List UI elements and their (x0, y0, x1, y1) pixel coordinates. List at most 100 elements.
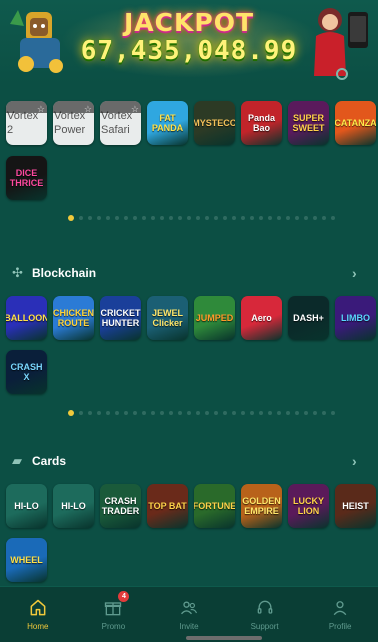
game-tile-chicken-route[interactable]: CHICKEN ROUTE (53, 296, 94, 340)
pager-dot[interactable] (313, 411, 317, 415)
game-tile-dice-thrice[interactable]: DICE THRICE (6, 156, 47, 200)
game-tile-balloon[interactable]: BALLOON (6, 296, 47, 340)
pager-dot[interactable] (259, 411, 263, 415)
pager-dot[interactable] (214, 216, 218, 220)
pager-dot[interactable] (178, 411, 182, 415)
top-games-pager[interactable] (68, 215, 335, 221)
jackpot-banner[interactable]: JACKPOT 67,435,048.99 (0, 0, 378, 84)
pager-dot[interactable] (205, 216, 209, 220)
pager-dot[interactable] (250, 411, 254, 415)
game-tile-cricket-hunter[interactable]: CRICKET HUNTER (100, 296, 141, 340)
pager-dot[interactable] (223, 411, 227, 415)
pager-dot[interactable] (286, 216, 290, 220)
pager-dot[interactable] (178, 216, 182, 220)
chevron-right-icon[interactable]: › (352, 453, 364, 469)
pager-dot[interactable] (133, 411, 137, 415)
pager-dot[interactable] (259, 216, 263, 220)
game-tile-vortex-safari[interactable]: ☆ Vortex Safari (100, 101, 141, 145)
pager-dot[interactable] (88, 216, 92, 220)
pager-dot[interactable] (79, 216, 83, 220)
game-tile-fortune[interactable]: FORTUNE (194, 484, 235, 528)
nav-item-promo[interactable]: Promo 4 (76, 587, 152, 642)
blockchain-pager[interactable] (68, 410, 335, 416)
pager-dot[interactable] (322, 411, 326, 415)
pager-dot[interactable] (313, 216, 317, 220)
pager-dot[interactable] (331, 216, 335, 220)
pager-dot[interactable] (124, 216, 128, 220)
pager-dot[interactable] (232, 216, 236, 220)
pager-dot[interactable] (286, 411, 290, 415)
favorite-star-icon[interactable]: ☆ (37, 102, 45, 116)
blockchain-section-header[interactable]: ✣ Blockchain › (12, 263, 364, 283)
pager-dot[interactable] (115, 411, 119, 415)
game-tile-crash-x[interactable]: CRASH X (6, 350, 47, 394)
cards-section-header[interactable]: ▰ Cards › (12, 451, 364, 471)
game-tile-fat-panda[interactable]: FAT PANDA (147, 101, 188, 145)
game-tile-catanza[interactable]: CATANZA (335, 101, 376, 145)
pager-dot[interactable] (142, 216, 146, 220)
game-tile-heist[interactable]: HEIST (335, 484, 376, 528)
pager-dot[interactable] (151, 411, 155, 415)
pager-dot[interactable] (151, 216, 155, 220)
pager-dot[interactable] (196, 216, 200, 220)
pager-dot[interactable] (304, 411, 308, 415)
game-tile-hi-lo[interactable]: HI-LO (6, 484, 47, 528)
pager-dot[interactable] (115, 216, 119, 220)
nav-item-invite[interactable]: Invite (151, 587, 227, 642)
pager-dot[interactable] (304, 216, 308, 220)
game-tile-vortex-2[interactable]: ☆ Vortex 2 (6, 101, 47, 145)
nav-item-profile[interactable]: Profile (302, 587, 378, 642)
game-tile-vortex-power[interactable]: ☆ Vortex Power (53, 101, 94, 145)
game-tile-mysteco[interactable]: MYSTECO (194, 101, 235, 145)
pager-dot[interactable] (214, 411, 218, 415)
pager-dot[interactable] (187, 411, 191, 415)
game-tile-jewel-clicker[interactable]: JEWEL Clicker (147, 296, 188, 340)
pager-dot[interactable] (169, 216, 173, 220)
pager-dot[interactable] (106, 411, 110, 415)
pager-dot[interactable] (277, 411, 281, 415)
game-tile-super-sweet[interactable]: SUPER SWEET (288, 101, 329, 145)
pager-dot[interactable] (268, 216, 272, 220)
pager-dot[interactable] (295, 216, 299, 220)
pager-dot[interactable] (160, 411, 164, 415)
game-tile-golden-empire[interactable]: GOLDEN EMPIRE (241, 484, 282, 528)
pager-dot[interactable] (322, 216, 326, 220)
pager-dot[interactable] (277, 216, 281, 220)
pager-dot[interactable] (68, 410, 74, 416)
pager-dot[interactable] (142, 411, 146, 415)
game-tile-dash[interactable]: DASH+ (288, 296, 329, 340)
game-tile-wheel[interactable]: WHEEL (6, 538, 47, 582)
nav-item-support[interactable]: Support (227, 587, 303, 642)
pager-dot[interactable] (160, 216, 164, 220)
pager-dot[interactable] (68, 215, 74, 221)
pager-dot[interactable] (250, 216, 254, 220)
pager-dot[interactable] (331, 411, 335, 415)
game-tile-aero[interactable]: Aero (241, 296, 282, 340)
chevron-right-icon[interactable]: › (352, 265, 364, 281)
game-tile-top-bat[interactable]: TOP BAT (147, 484, 188, 528)
favorite-star-icon[interactable]: ☆ (84, 102, 92, 116)
pager-dot[interactable] (295, 411, 299, 415)
pager-dot[interactable] (187, 216, 191, 220)
game-tile-crash-trader[interactable]: CRASH TRADER (100, 484, 141, 528)
nav-item-home[interactable]: Home (0, 587, 76, 642)
favorite-star-icon[interactable]: ☆ (131, 102, 139, 116)
pager-dot[interactable] (232, 411, 236, 415)
pager-dot[interactable] (241, 411, 245, 415)
refresh-icon[interactable] (336, 68, 348, 80)
pager-dot[interactable] (169, 411, 173, 415)
pager-dot[interactable] (241, 216, 245, 220)
game-tile-jumped[interactable]: JUMPED (194, 296, 235, 340)
pager-dot[interactable] (106, 216, 110, 220)
pager-dot[interactable] (97, 216, 101, 220)
game-tile-lucky-lion[interactable]: LUCKY LION (288, 484, 329, 528)
pager-dot[interactable] (268, 411, 272, 415)
pager-dot[interactable] (88, 411, 92, 415)
game-tile-hi-lo[interactable]: HI-LO (53, 484, 94, 528)
pager-dot[interactable] (97, 411, 101, 415)
game-tile-limbo[interactable]: LIMBO (335, 296, 376, 340)
pager-dot[interactable] (223, 216, 227, 220)
pager-dot[interactable] (205, 411, 209, 415)
pager-dot[interactable] (79, 411, 83, 415)
pager-dot[interactable] (196, 411, 200, 415)
